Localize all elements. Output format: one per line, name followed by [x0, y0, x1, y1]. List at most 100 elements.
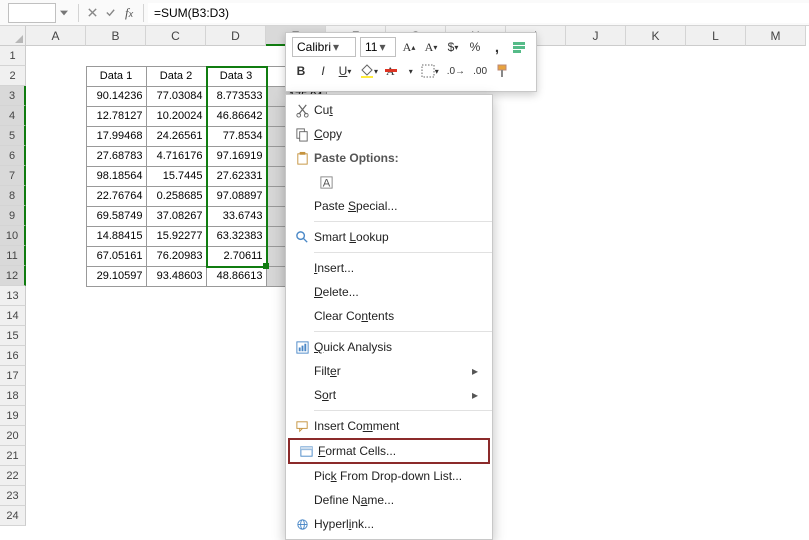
cell-C9[interactable]: 37.08267	[146, 206, 206, 226]
cell-D18[interactable]	[206, 386, 266, 406]
cell-K12[interactable]	[626, 266, 686, 286]
cell-K19[interactable]	[626, 406, 686, 426]
row-header-8[interactable]: 8	[0, 186, 26, 206]
accounting-format-icon[interactable]: $▾	[444, 37, 462, 57]
cell-C16[interactable]	[146, 346, 206, 366]
cell-K4[interactable]	[626, 106, 686, 126]
cell-M17[interactable]	[746, 366, 806, 386]
cell-D3[interactable]: 8.773533	[206, 86, 266, 106]
cell-D23[interactable]	[206, 486, 266, 506]
cell-I9[interactable]	[506, 206, 566, 226]
cell-M15[interactable]	[746, 326, 806, 346]
cell-I12[interactable]	[506, 266, 566, 286]
row-header-21[interactable]: 21	[0, 446, 26, 466]
cell-I10[interactable]	[506, 226, 566, 246]
row-header-11[interactable]: 11	[0, 246, 26, 266]
cell-M16[interactable]	[746, 346, 806, 366]
cell-D22[interactable]	[206, 466, 266, 486]
cell-D8[interactable]: 97.08897	[206, 186, 266, 206]
cell-L1[interactable]	[686, 46, 746, 66]
cell-J21[interactable]	[566, 446, 626, 466]
font-size-combo[interactable]: 11▾	[360, 37, 396, 57]
cell-L5[interactable]	[686, 126, 746, 146]
cell-D1[interactable]	[206, 46, 266, 66]
cell-J3[interactable]	[566, 86, 626, 106]
cell-I5[interactable]	[506, 126, 566, 146]
col-header-J[interactable]: J	[566, 26, 626, 46]
cell-L15[interactable]	[686, 326, 746, 346]
cell-M4[interactable]	[746, 106, 806, 126]
cell-D19[interactable]	[206, 406, 266, 426]
cell-A12[interactable]	[26, 266, 86, 286]
cell-D9[interactable]: 33.6743	[206, 206, 266, 226]
cell-I16[interactable]	[506, 346, 566, 366]
cell-K24[interactable]	[626, 506, 686, 526]
cell-B23[interactable]	[86, 486, 146, 506]
cell-C19[interactable]	[146, 406, 206, 426]
menu-filter[interactable]: Filter▸	[286, 359, 492, 383]
cell-A1[interactable]	[26, 46, 86, 66]
cell-C18[interactable]	[146, 386, 206, 406]
cell-K13[interactable]	[626, 286, 686, 306]
cell-J19[interactable]	[566, 406, 626, 426]
menu-delete[interactable]: Delete...	[286, 280, 492, 304]
formula-input[interactable]: =SUM(B3:D3)	[148, 3, 809, 23]
cell-J10[interactable]	[566, 226, 626, 246]
cell-L4[interactable]	[686, 106, 746, 126]
increase-font-icon[interactable]: A▴	[400, 37, 418, 57]
cell-C1[interactable]	[146, 46, 206, 66]
cell-A20[interactable]	[26, 426, 86, 446]
menu-smart-lookup[interactable]: Smart Lookup	[286, 225, 492, 249]
cell-I11[interactable]	[506, 246, 566, 266]
cell-D20[interactable]	[206, 426, 266, 446]
col-header-M[interactable]: M	[746, 26, 806, 46]
italic-button[interactable]: I	[314, 61, 332, 81]
menu-cut[interactable]: Cut	[286, 98, 492, 122]
cell-D24[interactable]	[206, 506, 266, 526]
cell-B4[interactable]: 12.78127	[86, 106, 146, 126]
row-header-2[interactable]: 2	[0, 66, 26, 86]
cell-J4[interactable]	[566, 106, 626, 126]
cell-M21[interactable]	[746, 446, 806, 466]
cell-M24[interactable]	[746, 506, 806, 526]
cell-A10[interactable]	[26, 226, 86, 246]
col-header-A[interactable]: A	[26, 26, 86, 46]
cell-J15[interactable]	[566, 326, 626, 346]
cell-B14[interactable]	[86, 306, 146, 326]
row-header-17[interactable]: 17	[0, 366, 26, 386]
cell-C2[interactable]: Data 2	[146, 66, 206, 86]
cell-A7[interactable]	[26, 166, 86, 186]
menu-insert[interactable]: Insert...	[286, 256, 492, 280]
cell-L6[interactable]	[686, 146, 746, 166]
cell-C22[interactable]	[146, 466, 206, 486]
cell-M9[interactable]	[746, 206, 806, 226]
cell-M14[interactable]	[746, 306, 806, 326]
cell-C6[interactable]: 4.716176	[146, 146, 206, 166]
row-header-4[interactable]: 4	[0, 106, 26, 126]
cell-B15[interactable]	[86, 326, 146, 346]
cell-I19[interactable]	[506, 406, 566, 426]
cell-B3[interactable]: 90.14236	[86, 86, 146, 106]
cell-D15[interactable]	[206, 326, 266, 346]
cell-K2[interactable]	[626, 66, 686, 86]
cell-K11[interactable]	[626, 246, 686, 266]
cell-I24[interactable]	[506, 506, 566, 526]
cell-J13[interactable]	[566, 286, 626, 306]
percent-format-icon[interactable]: %	[466, 37, 484, 57]
cell-J14[interactable]	[566, 306, 626, 326]
cell-M11[interactable]	[746, 246, 806, 266]
cell-A3[interactable]	[26, 86, 86, 106]
cell-K6[interactable]	[626, 146, 686, 166]
cell-M23[interactable]	[746, 486, 806, 506]
underline-button[interactable]: U▾	[336, 61, 354, 81]
decrease-font-icon[interactable]: A▾	[422, 37, 440, 57]
cell-C17[interactable]	[146, 366, 206, 386]
cell-D12[interactable]: 48.86613	[206, 266, 266, 286]
menu-clear-contents[interactable]: Clear Contents	[286, 304, 492, 328]
cell-I18[interactable]	[506, 386, 566, 406]
cell-M10[interactable]	[746, 226, 806, 246]
cell-K14[interactable]	[626, 306, 686, 326]
cell-M8[interactable]	[746, 186, 806, 206]
cell-K17[interactable]	[626, 366, 686, 386]
col-header-C[interactable]: C	[146, 26, 206, 46]
